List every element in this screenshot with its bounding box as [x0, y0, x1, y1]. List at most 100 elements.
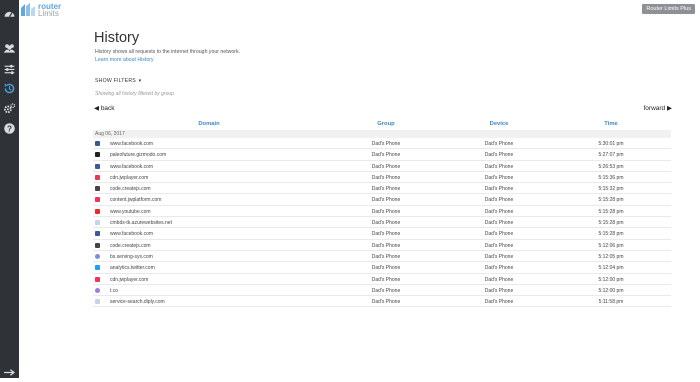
plan-badge[interactable]: Router Limits Plus [642, 4, 695, 14]
back-button[interactable]: ◀ back [94, 104, 115, 112]
column-group[interactable]: Group [363, 121, 409, 127]
row-group: Dad's Phone [371, 276, 401, 283]
column-time[interactable]: Time [590, 121, 632, 127]
dashboard-icon[interactable] [2, 6, 17, 20]
jwplayer-favicon-icon [95, 174, 100, 180]
forward-label: forward [643, 105, 666, 112]
row-domain: www.facebook.com [110, 141, 154, 147]
gears-icon[interactable] [2, 101, 17, 115]
logout-arrow-icon[interactable] [4, 364, 16, 376]
row-domain: cdn.jwplayer.com [110, 276, 149, 283]
row-domain: t.co [110, 287, 119, 294]
table-row[interactable]: t.co Dad's Phone Dad's Phone 5:12:00 pm [93, 285, 671, 297]
table-row[interactable]: cdn.jwplayer.com Dad's Phone Dad's Phone 5:… [93, 172, 671, 184]
filter-note: Showing all history filtered by group [95, 91, 174, 97]
row-time: 5:27:07 pm [598, 152, 624, 159]
row-domain: bs.serving-sys.com [110, 253, 153, 260]
history-icon[interactable] [2, 81, 17, 95]
row-time: 5:12:04 pm [598, 265, 624, 272]
row-time: 5:12:00 pm [598, 276, 624, 283]
row-domain: www.youtube.com [110, 208, 151, 215]
logo-line2: Limits [38, 8, 59, 18]
table-row[interactable]: bs.serving-sys.com Dad's Phone Dad's Phone… [93, 251, 671, 263]
caret-down-icon: ▾ [138, 78, 142, 84]
history-table-body: www.facebook.com Dad's Phone Dad's Phone 5:… [93, 138, 671, 308]
row-device: Dad's Phone [484, 220, 514, 227]
row-time: 5:15:28 pm [598, 220, 624, 227]
sidebar: ? [0, 0, 19, 378]
table-row[interactable]: cmbds-tk.azurewebsites.net Dad's Phone Dad… [93, 217, 671, 229]
svg-text:?: ? [7, 124, 12, 133]
createjs-favicon-icon [95, 186, 100, 192]
sliders-icon[interactable] [2, 62, 17, 76]
row-time: 5:15:36 pm [598, 174, 624, 181]
table-row[interactable]: service-search.diply.com Dad's Phone Dad's… [93, 296, 671, 308]
arrow-right-icon: ▶ [667, 105, 672, 112]
row-device: Dad's Phone [484, 253, 514, 260]
facebook-favicon-icon [95, 141, 100, 146]
table-row[interactable]: www.facebook.com Dad's Phone Dad's Phone 5:… [93, 161, 671, 172]
createjs-favicon-icon [95, 242, 100, 248]
row-domain: cdn.jwplayer.com [110, 174, 149, 181]
row-group: Dad's Phone [371, 242, 401, 249]
row-group: Dad's Phone [371, 141, 401, 147]
generic-favicon-icon [95, 220, 100, 226]
row-domain: content.jwplatform.com [110, 197, 162, 204]
row-time: 5:15:28 pm [598, 197, 624, 204]
facebook-favicon-icon [95, 163, 100, 169]
back-label: back [100, 105, 115, 112]
table-row[interactable]: www.youtube.com Dad's Phone Dad's Phone 5:1… [93, 206, 671, 218]
page-title: History [94, 30, 140, 46]
row-time: 5:11:58 pm [598, 299, 624, 306]
twitter-favicon-icon [95, 265, 100, 271]
help-icon[interactable]: ? [2, 121, 17, 135]
row-group: Dad's Phone [371, 231, 401, 238]
app-logo[interactable]: router Limits [20, 1, 61, 18]
gizmodo-favicon-icon [95, 152, 100, 158]
row-device: Dad's Phone [484, 186, 514, 193]
jwplayer-favicon-icon [95, 276, 100, 282]
jwplayer-favicon-icon [95, 197, 100, 203]
row-domain: www.facebook.com [110, 163, 154, 170]
row-group: Dad's Phone [371, 220, 401, 227]
serving-sys-favicon-icon [95, 253, 100, 259]
generic-favicon-icon [95, 299, 100, 305]
row-group: Dad's Phone [371, 287, 401, 294]
show-filters-toggle[interactable]: SHOW FILTERS ▾ [95, 78, 141, 84]
row-group: Dad's Phone [371, 208, 401, 215]
row-domain: www.facebook.com [110, 231, 154, 238]
table-row[interactable]: content.jwplatform.com Dad's Phone Dad's P… [93, 194, 671, 206]
row-device: Dad's Phone [484, 141, 514, 147]
table-row[interactable]: analytics.twitter.com Dad's Phone Dad's Ph… [93, 262, 671, 274]
row-group: Dad's Phone [371, 163, 401, 170]
table-row[interactable]: www.facebook.com Dad's Phone Dad's Phone 5:… [93, 138, 671, 150]
row-group: Dad's Phone [371, 299, 401, 306]
row-device: Dad's Phone [484, 197, 514, 204]
show-filters-label: SHOW FILTERS [95, 78, 136, 84]
column-domain[interactable]: Domain [185, 121, 233, 127]
row-domain: cmbds-tk.azurewebsites.net [110, 220, 172, 227]
learn-more-link[interactable]: Learn more about History [95, 57, 154, 63]
table-row[interactable]: code.createjs.com Dad's Phone Dad's Phone 5… [93, 240, 671, 251]
row-time: 5:26:53 pm [598, 163, 624, 170]
row-domain: code.createjs.com [110, 242, 151, 249]
row-domain: paleofuture.gizmodo.com [110, 152, 167, 159]
table-row[interactable]: code.createjs.com Dad's Phone Dad's Phone 5… [93, 183, 671, 195]
forward-button[interactable]: forward ▶ [644, 104, 673, 112]
row-device: Dad's Phone [484, 242, 514, 249]
row-group: Dad's Phone [371, 186, 401, 193]
table-row[interactable]: cdn.jwplayer.com Dad's Phone Dad's Phone 5:… [93, 274, 671, 285]
users-icon[interactable] [2, 41, 17, 55]
router-logo-icon [21, 2, 35, 16]
column-device[interactable]: Device [476, 121, 522, 127]
row-domain: code.createjs.com [110, 186, 151, 193]
arrow-left-icon: ◀ [94, 105, 99, 112]
row-group: Dad's Phone [371, 197, 401, 204]
row-group: Dad's Phone [371, 253, 401, 260]
table-row[interactable]: www.facebook.com Dad's Phone Dad's Phone 5:… [93, 228, 671, 240]
table-header: Domain Group Device Time [93, 121, 671, 130]
row-device: Dad's Phone [484, 174, 514, 181]
row-time: 5:15:28 pm [598, 208, 624, 215]
row-device: Dad's Phone [484, 152, 514, 159]
table-row[interactable]: paleofuture.gizmodo.com Dad's Phone Dad's … [93, 149, 671, 161]
